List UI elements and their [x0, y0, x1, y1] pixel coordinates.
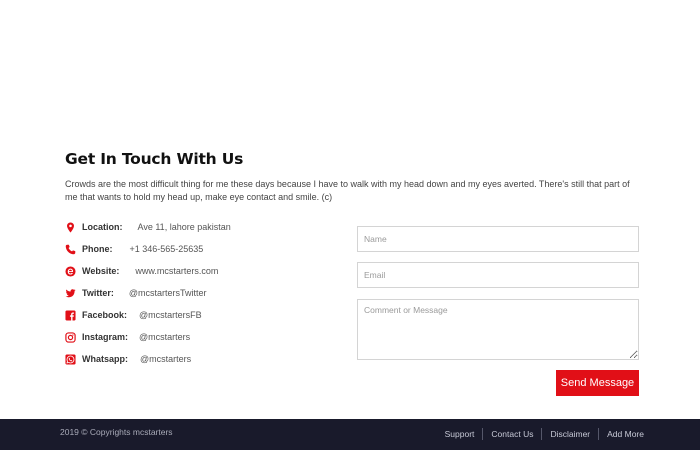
info-value: @mcstartersTwitter	[128, 288, 207, 298]
info-label: Website:	[82, 266, 120, 276]
name-input[interactable]	[357, 226, 639, 252]
whatsapp-icon	[65, 353, 76, 365]
info-label: Location:	[82, 222, 123, 232]
info-value: +1 346-565-25635	[129, 244, 204, 254]
section-title: Get In Touch With Us	[65, 150, 244, 168]
info-label: Twitter:	[82, 288, 114, 298]
info-item-twitter: Twitter: @mcstartersTwitter	[65, 286, 207, 300]
info-label: Facebook:	[82, 310, 128, 320]
info-item-facebook: Facebook: @mcstartersFB	[65, 308, 202, 322]
contact-section: Get In Touch With Us Crowds are the most…	[65, 150, 645, 202]
info-value: @mcstartersFB	[139, 310, 202, 320]
website-icon	[65, 265, 76, 277]
footer-nav: Support Contact Us Disclaimer Add More	[437, 428, 644, 440]
info-item-whatsapp: Whatsapp: @mcstarters	[65, 352, 191, 366]
facebook-icon	[65, 309, 76, 321]
footer: 2019 © Copyrights mcstarters Support Con…	[0, 419, 700, 450]
info-item-instagram: Instagram: @mcstarters	[65, 330, 190, 344]
phone-icon	[65, 244, 76, 255]
info-label: Instagram:	[82, 332, 129, 342]
location-pin-icon	[65, 221, 76, 233]
footer-link-disclaimer[interactable]: Disclaimer	[541, 428, 598, 440]
info-item-location: Location: Ave 11, lahore pakistan	[65, 220, 231, 234]
info-value: @mcstarters	[139, 332, 191, 342]
info-item-phone: Phone: +1 346-565-25635	[65, 242, 203, 256]
message-textarea[interactable]	[357, 299, 639, 360]
footer-link-support[interactable]: Support	[437, 428, 483, 440]
footer-link-contact-us[interactable]: Contact Us	[482, 428, 541, 440]
section-description: Crowds are the most difficult thing for …	[65, 179, 630, 202]
info-item-website: Website: www.mcstarters.com	[65, 264, 218, 278]
info-label: Whatsapp:	[82, 354, 128, 364]
info-value: Ave 11, lahore pakistan	[137, 222, 231, 232]
info-value: @mcstarters	[140, 354, 192, 364]
info-value: www.mcstarters.com	[135, 266, 219, 276]
send-message-button[interactable]: Send Message	[556, 370, 639, 396]
footer-link-add-more[interactable]: Add More	[598, 428, 644, 440]
twitter-icon	[65, 288, 76, 299]
info-label: Phone:	[82, 244, 113, 254]
email-input[interactable]	[357, 262, 639, 288]
copyright-text: 2019 © Copyrights mcstarters	[60, 427, 173, 437]
instagram-icon	[65, 331, 76, 343]
